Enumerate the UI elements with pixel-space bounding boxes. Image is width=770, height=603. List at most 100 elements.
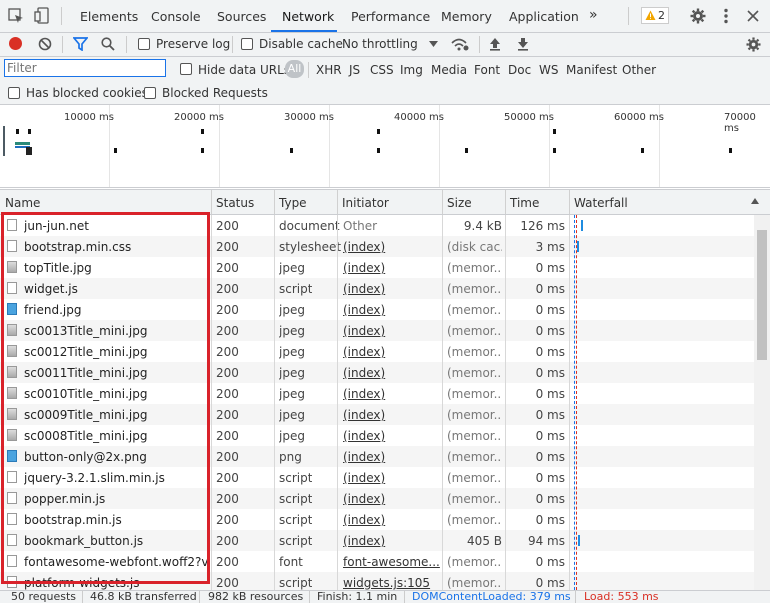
- table-row[interactable]: sc0008Title_mini.jpg 200 jpeg (index) (memor…: [0, 425, 754, 446]
- column-header-size[interactable]: Size: [447, 196, 472, 210]
- table-row[interactable]: topTitle.jpg 200 jpeg (index) (memor... 0 ms: [0, 257, 754, 278]
- table-row[interactable]: bootstrap.min.css 200 stylesheet (index) (di…: [0, 236, 754, 257]
- type-filter-img[interactable]: Img: [400, 63, 423, 77]
- network-conditions-icon[interactable]: [451, 37, 469, 51]
- table-row[interactable]: sc0012Title_mini.jpg 200 jpeg (index) (memor…: [0, 341, 754, 362]
- table-row[interactable]: sc0010Title_mini.jpg 200 jpeg (index) (memor…: [0, 383, 754, 404]
- settings-gear-icon[interactable]: [690, 8, 706, 24]
- filter-icon[interactable]: [73, 37, 88, 51]
- request-initiator[interactable]: widgets.js:105: [343, 576, 441, 590]
- column-header-status[interactable]: Status: [216, 196, 254, 210]
- table-row[interactable]: widget.js 200 script (index) (memor... 0 ms: [0, 278, 754, 299]
- divider: [575, 591, 576, 603]
- request-size: (memor...: [447, 429, 502, 443]
- search-icon[interactable]: [101, 37, 115, 51]
- request-initiator[interactable]: (index): [343, 534, 441, 548]
- tab-console[interactable]: Console: [151, 9, 201, 24]
- sort-ascending-icon[interactable]: [751, 198, 759, 204]
- type-filter-ws[interactable]: WS: [539, 63, 558, 77]
- table-row[interactable]: friend.jpg 200 jpeg (index) (memor... 0 ms: [0, 299, 754, 320]
- column-divider: [274, 215, 275, 590]
- column-header-initiator[interactable]: Initiator: [342, 196, 389, 210]
- column-resizer[interactable]: [505, 190, 506, 214]
- tab-elements[interactable]: Elements: [80, 9, 138, 24]
- request-initiator[interactable]: (index): [343, 324, 441, 338]
- column-resizer[interactable]: [211, 190, 212, 214]
- type-filter-all[interactable]: All: [285, 60, 304, 78]
- clear-icon[interactable]: [38, 37, 52, 51]
- request-initiator[interactable]: (index): [343, 387, 441, 401]
- tab-performance[interactable]: Performance: [351, 9, 430, 24]
- request-initiator[interactable]: (index): [343, 261, 441, 275]
- export-har-icon[interactable]: [517, 37, 529, 51]
- throttling-select[interactable]: No throttling: [342, 37, 418, 51]
- record-icon[interactable]: [9, 37, 22, 50]
- column-resizer[interactable]: [442, 190, 443, 214]
- import-har-icon[interactable]: [489, 37, 501, 51]
- table-row[interactable]: bootstrap.min.js 200 script (index) (memor..…: [0, 509, 754, 530]
- table-row[interactable]: sc0011Title_mini.jpg 200 jpeg (index) (memor…: [0, 362, 754, 383]
- request-initiator[interactable]: (index): [343, 366, 441, 380]
- type-filter-doc[interactable]: Doc: [508, 63, 531, 77]
- request-initiator[interactable]: (index): [343, 429, 441, 443]
- network-settings-gear-icon[interactable]: [746, 37, 761, 52]
- scrollbar-thumb[interactable]: [757, 230, 767, 360]
- column-header-type[interactable]: Type: [279, 196, 307, 210]
- column-resizer[interactable]: [569, 190, 570, 214]
- type-filter-css[interactable]: CSS: [370, 63, 394, 77]
- close-icon[interactable]: [747, 10, 759, 22]
- table-row[interactable]: sc0009Title_mini.jpg 200 jpeg (index) (memor…: [0, 404, 754, 425]
- request-initiator[interactable]: (index): [343, 471, 441, 485]
- table-row[interactable]: popper.min.js 200 script (index) (memor... 0 …: [0, 488, 754, 509]
- more-tabs-button[interactable]: »: [589, 7, 598, 23]
- tab-application[interactable]: Application: [509, 9, 579, 24]
- request-time: 0 ms: [535, 555, 565, 569]
- request-initiator[interactable]: (index): [343, 492, 441, 506]
- table-row[interactable]: jquery-3.2.1.slim.min.js 200 script (index)…: [0, 467, 754, 488]
- column-resizer[interactable]: [337, 190, 338, 214]
- blocked-requests-checkbox[interactable]: [144, 87, 156, 99]
- table-row[interactable]: platform-widgets.js 200 script widgets.js:1…: [0, 572, 754, 590]
- device-toolbar-icon[interactable]: [34, 7, 50, 25]
- table-row[interactable]: jun-jun.net 200 document Other 9.4 kB 126 ms: [0, 215, 754, 236]
- column-header-waterfall[interactable]: Waterfall: [574, 196, 628, 210]
- request-initiator[interactable]: (index): [343, 282, 441, 296]
- type-filter-other[interactable]: Other: [622, 63, 656, 77]
- has-blocked-cookies-checkbox[interactable]: [8, 87, 20, 99]
- inspect-element-icon[interactable]: [8, 8, 24, 24]
- request-initiator[interactable]: (index): [343, 303, 441, 317]
- type-filter-media[interactable]: Media: [431, 63, 467, 77]
- column-header-time[interactable]: Time: [510, 196, 539, 210]
- tab-memory[interactable]: Memory: [441, 9, 492, 24]
- type-filter-font[interactable]: Font: [474, 63, 500, 77]
- request-type: stylesheet: [279, 240, 342, 254]
- table-row[interactable]: sc0013Title_mini.jpg 200 jpeg (index) (memor…: [0, 320, 754, 341]
- type-filter-xhr[interactable]: XHR: [316, 63, 342, 77]
- column-resizer[interactable]: [274, 190, 275, 214]
- request-initiator[interactable]: (index): [343, 408, 441, 422]
- table-row[interactable]: button-only@2x.png 200 png (index) (memor...…: [0, 446, 754, 467]
- filter-input[interactable]: [4, 59, 166, 77]
- timeline-overview[interactable]: 10000 ms 20000 ms 30000 ms 40000 ms 5000…: [0, 105, 770, 188]
- warnings-badge[interactable]: 2: [641, 7, 669, 24]
- more-options-icon[interactable]: [723, 8, 729, 24]
- file-type-icon: [7, 534, 17, 546]
- type-filter-manifest[interactable]: Manifest: [566, 63, 617, 77]
- request-type: jpeg: [279, 387, 305, 401]
- disable-cache-checkbox[interactable]: [241, 38, 253, 50]
- tick-label: 40000 ms: [394, 112, 444, 123]
- column-divider: [337, 215, 338, 590]
- column-header-name[interactable]: Name: [5, 196, 40, 210]
- table-row[interactable]: bookmark_button.js 200 script (index) 405 B 9…: [0, 530, 754, 551]
- request-initiator[interactable]: (index): [343, 450, 441, 464]
- tab-sources[interactable]: Sources: [217, 9, 266, 24]
- tab-network[interactable]: Network: [282, 9, 334, 24]
- request-initiator[interactable]: (index): [343, 240, 441, 254]
- request-initiator[interactable]: (index): [343, 345, 441, 359]
- request-initiator[interactable]: font-awesome...: [343, 555, 441, 569]
- request-initiator[interactable]: (index): [343, 513, 441, 527]
- hide-data-urls-checkbox[interactable]: [180, 63, 192, 75]
- type-filter-js[interactable]: JS: [349, 63, 360, 77]
- preserve-log-checkbox[interactable]: [138, 38, 150, 50]
- table-row[interactable]: fontawesome-webfont.woff2?v=... 200 font fo…: [0, 551, 754, 572]
